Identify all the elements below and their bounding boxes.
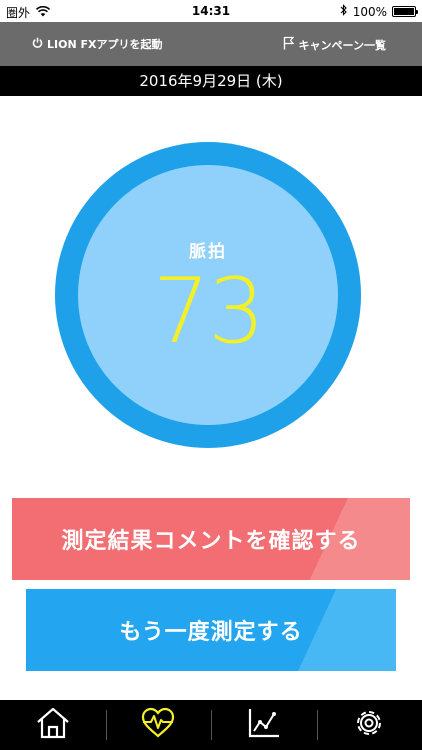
power-icon bbox=[32, 37, 43, 51]
chart-icon bbox=[247, 707, 281, 743]
date-display: 2016年9月29日 (木) bbox=[0, 66, 422, 96]
gear-icon bbox=[353, 707, 385, 743]
tab-pulse[interactable] bbox=[105, 700, 212, 750]
pulse-value: 73 bbox=[152, 259, 266, 364]
status-right: 100% bbox=[340, 4, 418, 19]
status-bar: 圏外 14:31 100% bbox=[0, 0, 422, 22]
pulse-inner-circle: 脈拍 73 bbox=[78, 165, 338, 425]
home-icon bbox=[35, 707, 71, 743]
measure-again-button[interactable]: もう一度測定する bbox=[26, 589, 396, 671]
tab-settings[interactable] bbox=[316, 700, 422, 750]
heart-pulse-icon bbox=[140, 707, 176, 743]
tab-bar bbox=[0, 700, 422, 750]
tab-history[interactable] bbox=[211, 700, 317, 750]
battery-percent: 100% bbox=[352, 4, 387, 19]
pulse-result-circle: 脈拍 73 bbox=[55, 142, 361, 448]
launch-fx-app-label: LION FXアプリを起動 bbox=[47, 38, 163, 51]
launch-fx-app-button[interactable]: LION FXアプリを起動 bbox=[32, 36, 162, 52]
bluetooth-icon bbox=[340, 4, 348, 19]
tab-home[interactable] bbox=[0, 700, 106, 750]
view-result-comment-label: 測定結果コメントを確認する bbox=[61, 529, 361, 554]
flag-icon bbox=[283, 36, 294, 53]
campaign-list-button[interactable]: キャンペーン一覧 bbox=[283, 36, 386, 53]
app-header: LION FXアプリを起動 キャンペーン一覧 bbox=[0, 22, 422, 66]
measure-again-label: もう一度測定する bbox=[119, 620, 303, 645]
battery-icon bbox=[392, 6, 418, 17]
view-result-comment-button[interactable]: 測定結果コメントを確認する bbox=[12, 498, 410, 580]
app-screen: 圏外 14:31 100% LION FXアプリを起動 キャンペーン一覧 201… bbox=[0, 0, 422, 750]
campaign-list-label: キャンペーン一覧 bbox=[298, 38, 386, 52]
